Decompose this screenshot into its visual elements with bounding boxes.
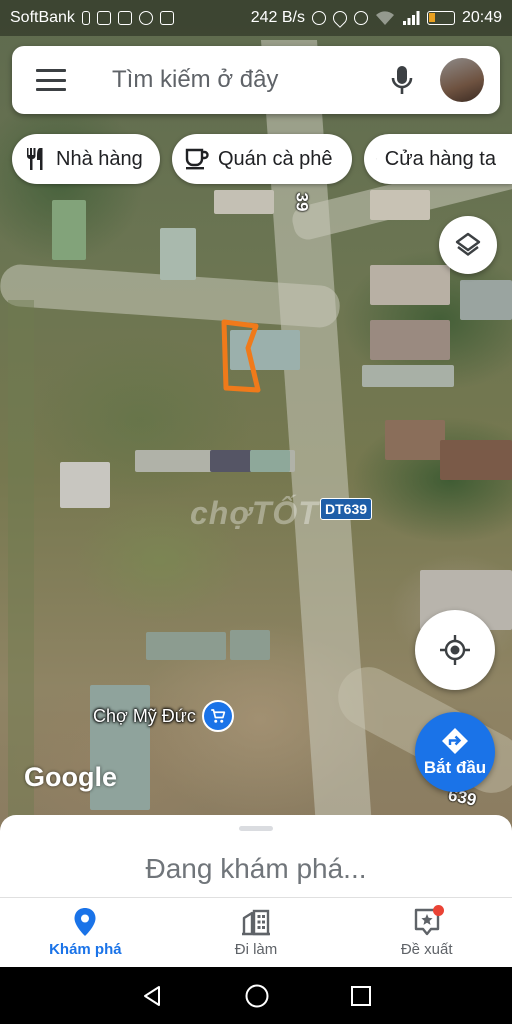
notification-badge [432, 905, 444, 916]
my-location-icon [440, 635, 470, 665]
battery-icon [426, 11, 455, 25]
sim-icon [81, 11, 90, 25]
building [370, 320, 450, 360]
clock: 20:49 [461, 9, 502, 26]
data-saver-icon [311, 11, 326, 25]
tab-label: Đề xuất [400, 941, 453, 958]
start-label: Bắt đầu [423, 758, 487, 777]
start-button[interactable]: Bắt đầu [415, 712, 495, 792]
chip-restaurants[interactable]: Nhà hàng [12, 134, 160, 184]
system-navigation-bar [0, 967, 512, 1024]
tab-label: Đi làm [234, 941, 278, 958]
building [440, 440, 512, 480]
road-number-top: 39 [292, 192, 312, 212]
battery-level [428, 13, 435, 22]
coffee-cup-icon [185, 148, 209, 170]
building [370, 190, 430, 220]
recents-icon[interactable] [350, 985, 372, 1007]
watermark: chợTỐT [190, 495, 319, 531]
building [362, 365, 454, 387]
location-icon [330, 8, 350, 28]
alarm-icon [353, 11, 368, 25]
wifi-icon [375, 11, 394, 25]
place-label: Chợ Mỹ Đức [93, 705, 196, 726]
check-icon [159, 11, 174, 25]
highlighted-lot [221, 319, 261, 393]
search-input[interactable]: Tìm kiếm ở đây [112, 66, 382, 94]
building [52, 200, 86, 260]
drag-handle[interactable] [239, 826, 273, 831]
facebook-icon [138, 11, 153, 25]
status-bar: SoftBank 242 B/s 20:49 [0, 0, 512, 36]
building [250, 450, 290, 472]
chip-label: Quán cà phê [218, 147, 333, 170]
app-notification-icon [117, 11, 132, 25]
pin-icon [70, 907, 100, 937]
shopping-cart-icon [376, 158, 377, 160]
commute-icon [241, 907, 271, 937]
avatar[interactable] [440, 58, 484, 102]
app-notification-icon [96, 11, 111, 25]
tab-for-you[interactable]: Đề xuất [341, 898, 512, 967]
contribute-icon [412, 905, 444, 937]
bottom-sheet[interactable]: Đang khám phá... Khám phá Đi làm Đề xuất [0, 815, 512, 967]
building [385, 420, 445, 460]
building [214, 190, 274, 214]
field-edge [8, 300, 34, 820]
search-bar[interactable]: Tìm kiếm ở đây [12, 46, 500, 114]
layers-button[interactable] [439, 216, 497, 274]
fork-knife-icon [27, 148, 43, 170]
bottom-navigation: Khám phá Đi làm Đề xuất [0, 898, 512, 967]
my-location-button[interactable] [415, 610, 495, 690]
google-logo: Google [24, 762, 117, 792]
chip-label: Cửa hàng ta [384, 147, 496, 170]
home-icon[interactable] [244, 983, 270, 1009]
road-shield: DT639 [320, 498, 373, 520]
place-marker-market[interactable]: Chợ Mỹ Đức [93, 700, 234, 732]
hamburger-icon[interactable] [36, 69, 66, 91]
chip-label: Nhà hàng [56, 147, 143, 170]
building [146, 632, 226, 660]
building [60, 462, 110, 508]
tab-commute[interactable]: Đi làm [171, 898, 342, 967]
mic-icon[interactable] [382, 60, 422, 100]
tab-explore[interactable]: Khám phá [0, 898, 171, 967]
layers-icon [455, 232, 481, 256]
chip-shopping[interactable]: Cửa hàng ta [364, 134, 512, 184]
building [230, 630, 270, 660]
shopping-cart-icon [201, 700, 234, 732]
signal-icon [402, 11, 420, 25]
carrier-label: SoftBank [10, 9, 75, 26]
building [460, 280, 512, 320]
chip-cafes[interactable]: Quán cà phê [172, 134, 352, 184]
building [210, 450, 252, 472]
network-speed: 242 B/s [250, 9, 305, 26]
tab-label: Khám phá [49, 941, 122, 958]
building [370, 265, 450, 305]
back-icon[interactable] [140, 984, 164, 1008]
explore-status-text: Đang khám phá... [145, 853, 367, 884]
building [160, 228, 196, 280]
directions-icon [442, 728, 468, 754]
